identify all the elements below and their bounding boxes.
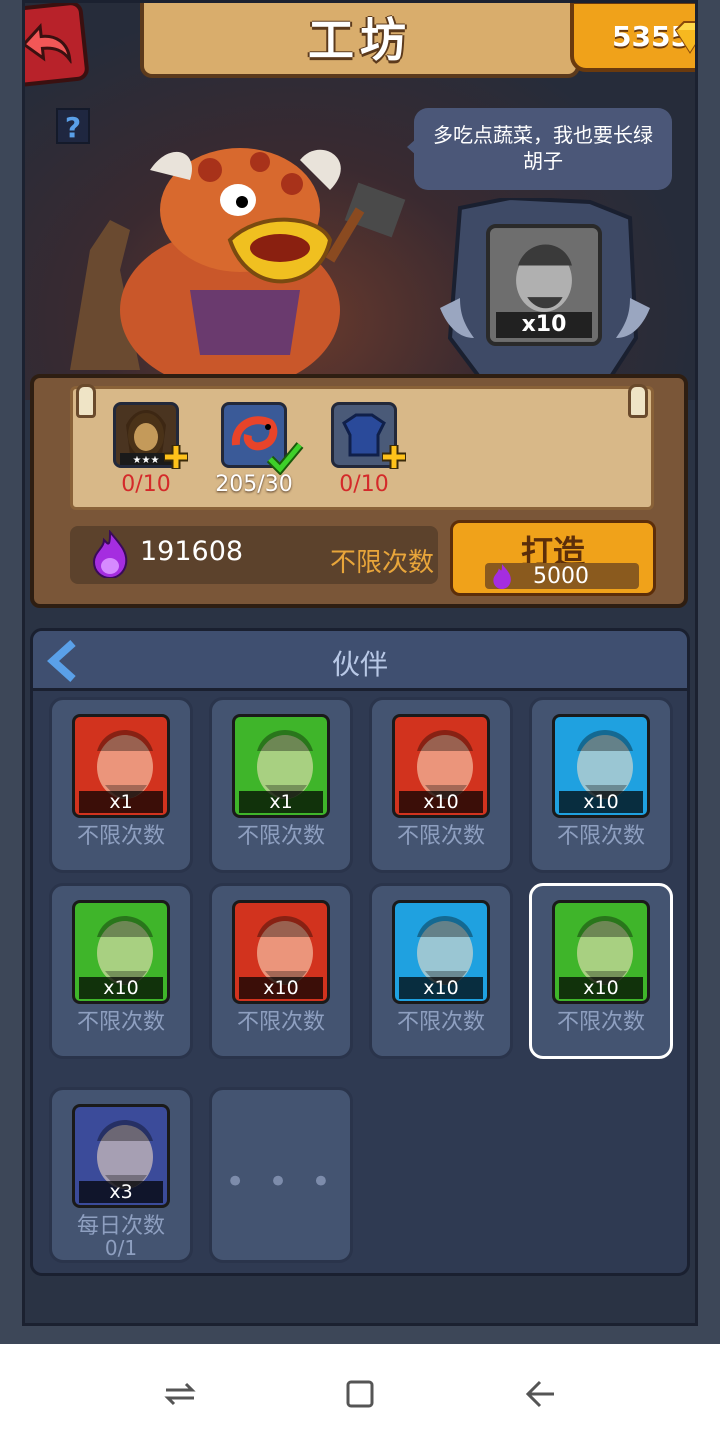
diamond-plus-icon bbox=[674, 21, 709, 57]
resource-amount: 191608 bbox=[140, 536, 244, 567]
fragment-quantity: x1 bbox=[79, 791, 163, 813]
hero-fragment-icon: x1 bbox=[232, 714, 330, 818]
workshop-screen: 工坊 5355 ? 多吃点蔬菜，我也要长绿胡子 x10 ★★★ 0/10 205… bbox=[0, 0, 720, 1344]
fragment-card[interactable]: x10 不限次数 bbox=[529, 883, 673, 1059]
panel-header: 伙伴 bbox=[33, 631, 687, 691]
fragment-card[interactable]: x10 不限次数 bbox=[369, 883, 513, 1059]
hero-fragment-icon: x10 bbox=[392, 900, 490, 1004]
fragment-quantity: x10 bbox=[399, 791, 483, 813]
craft-limit-label: 不限次数 bbox=[396, 1010, 485, 1035]
purple-flame-icon bbox=[493, 564, 511, 589]
fragment-quantity: x1 bbox=[239, 791, 323, 813]
hero-fragment-icon: x10 bbox=[552, 900, 650, 1004]
daily-count: 0/1 bbox=[104, 1236, 138, 1260]
fragment-quantity: x10 bbox=[239, 977, 323, 999]
title-banner: 工坊 bbox=[140, 0, 580, 78]
speech-bubble: 多吃点蔬菜，我也要长绿胡子 bbox=[407, 108, 672, 190]
recent-apps-icon[interactable] bbox=[160, 1374, 200, 1414]
fragment-quantity: x3 bbox=[79, 1181, 163, 1203]
hero-fragment-icon: x10 bbox=[552, 714, 650, 818]
page-title: 工坊 bbox=[308, 13, 412, 67]
craft-limit-label: 不限次数 bbox=[556, 824, 645, 849]
craft-limit-label: 不限次数 bbox=[236, 824, 325, 849]
fragment-quantity: x10 bbox=[559, 977, 643, 999]
fragment-card[interactable]: x3 每日次数 0/1 bbox=[49, 1087, 193, 1263]
companion-panel: 伙伴 x1 不限次数 x1 不限次数 x10 不限次数 x10 不限次数 x10 不限次数 x10 不… bbox=[30, 628, 690, 1276]
purple-flame-icon bbox=[92, 530, 128, 578]
fragment-card[interactable]: x1 不限次数 bbox=[209, 697, 353, 873]
hero-fragment-icon: x3 bbox=[72, 1104, 170, 1208]
output-quantity: x10 bbox=[496, 312, 592, 338]
hero-fragment-icon: x10 bbox=[72, 900, 170, 1004]
ingredient-count: 0/10 bbox=[121, 472, 171, 497]
fragment-quantity: x10 bbox=[559, 791, 643, 813]
hero-fragment-icon: x10 bbox=[232, 900, 330, 1004]
armor-icon bbox=[331, 402, 406, 469]
fragment-quantity: x10 bbox=[79, 977, 163, 999]
hero-fragment-icon: x10 bbox=[392, 714, 490, 818]
craft-limit-label: 不限次数 bbox=[396, 824, 485, 849]
craft-limit-label: 不限次数 bbox=[236, 1010, 325, 1035]
back-button[interactable] bbox=[2, 0, 90, 88]
plus-icon bbox=[164, 445, 188, 469]
panel-title: 伙伴 bbox=[331, 648, 388, 681]
more-dots: • • • bbox=[225, 1162, 337, 1202]
ingredient-count: 205/30 bbox=[215, 472, 293, 497]
hero-fragment-icon: x1 bbox=[72, 714, 170, 818]
back-arrow-icon bbox=[21, 23, 72, 65]
craft-limit-label: 不限次数 bbox=[556, 1010, 645, 1035]
system-nav-bar bbox=[0, 1344, 720, 1440]
recipe-board: ★★★ 0/10 205/30 0/10 191608 不限次数 打造 5000 bbox=[30, 374, 688, 608]
ingredient-shrimp[interactable]: 205/30 bbox=[214, 402, 304, 497]
ingredient-armor[interactable]: 0/10 bbox=[324, 402, 406, 497]
fragment-card[interactable]: x1 不限次数 bbox=[49, 697, 193, 873]
fragment-card[interactable]: x10 不限次数 bbox=[209, 883, 353, 1059]
more-card[interactable]: • • • bbox=[209, 1087, 353, 1263]
plus-icon bbox=[382, 445, 406, 469]
craft-cost: 5000 bbox=[533, 564, 589, 589]
ingredient-hero[interactable]: ★★★ 0/10 bbox=[106, 402, 188, 497]
fragment-card[interactable]: x10 不限次数 bbox=[529, 697, 673, 873]
back-icon[interactable] bbox=[520, 1374, 560, 1414]
craft-limit-label: 不限次数 bbox=[76, 824, 165, 849]
fragment-card[interactable]: x10 不限次数 bbox=[49, 883, 193, 1059]
fragment-quantity: x10 bbox=[399, 977, 483, 999]
fragment-card[interactable]: x10 不限次数 bbox=[369, 697, 513, 873]
home-icon[interactable] bbox=[340, 1374, 380, 1414]
shrimp-icon bbox=[221, 402, 304, 475]
help-button[interactable]: ? bbox=[56, 108, 90, 144]
blacksmith-character bbox=[70, 148, 406, 380]
parchment-pin bbox=[76, 384, 96, 418]
hero-portrait-icon: ★★★ bbox=[113, 402, 188, 469]
output-fragment-slot[interactable]: x10 bbox=[486, 224, 602, 346]
craft-button[interactable]: 打造 5000 bbox=[450, 520, 656, 596]
gem-counter[interactable]: 5355 bbox=[570, 0, 720, 72]
parchment-pin bbox=[628, 384, 648, 418]
hero-star-rating: ★★★ bbox=[133, 455, 160, 465]
limit-label: 不限次数 bbox=[330, 548, 435, 578]
ingredient-count: 0/10 bbox=[339, 472, 389, 497]
checkmark-icon bbox=[266, 442, 304, 475]
craft-limit-label: 不限次数 bbox=[76, 1010, 165, 1035]
